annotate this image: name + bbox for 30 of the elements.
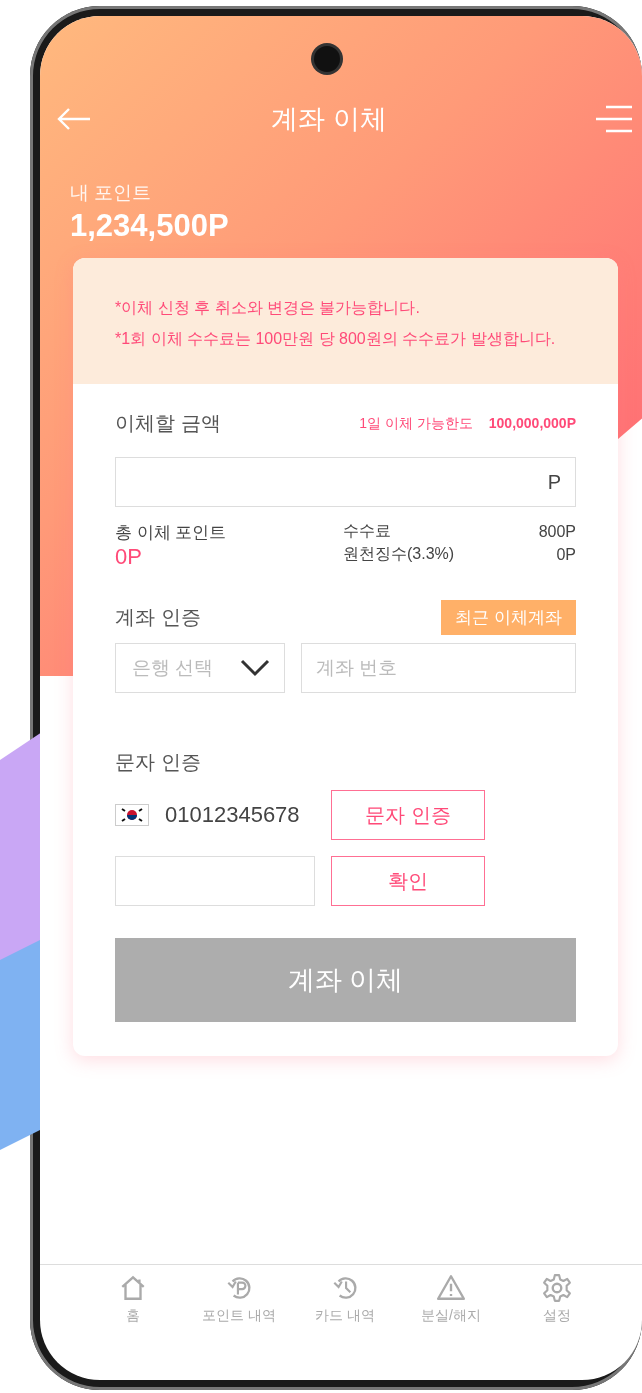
- fee-label: 원천징수(3.3%): [343, 544, 455, 564]
- bank-select[interactable]: 은행 선택: [115, 643, 285, 693]
- recent-accounts-button[interactable]: 최근 이체계좌: [441, 600, 576, 635]
- notice-text: *이체 신청 후 취소와 변경은 불가능합니다.: [115, 298, 421, 318]
- fee-value: 0P: [556, 545, 576, 564]
- total-points-value: 0P: [115, 544, 143, 570]
- send-sms-button[interactable]: 문자 인증: [331, 790, 485, 840]
- fee-value: 800P: [538, 522, 576, 541]
- nav-item[interactable]: 설정: [512, 1273, 602, 1364]
- notice-text: *1회 이체 수수료는 100만원 당 800원의 수수료가 발생합니다.: [115, 329, 557, 349]
- sms-auth-label: 문자 인증: [115, 750, 202, 775]
- account-number-field[interactable]: 계좌 번호: [301, 643, 576, 693]
- screen-title: 계좌 이체: [271, 103, 387, 136]
- nav-item[interactable]: 카드 내역: [300, 1273, 390, 1364]
- unit-label: P: [547, 470, 561, 494]
- amount-label: 이체할 금액: [115, 411, 221, 436]
- amount-field[interactable]: P: [115, 457, 576, 507]
- nav-item[interactable]: 포인트 내역: [194, 1273, 284, 1364]
- bank-select-placeholder: 은행 선택: [132, 656, 214, 680]
- account-auth-label: 계좌 인증: [115, 605, 201, 630]
- confirm-button[interactable]: 확인: [331, 856, 485, 906]
- total-points-label: 총 이체 포인트: [115, 522, 228, 544]
- points-label: 내 포인트: [70, 181, 153, 205]
- nav-item[interactable]: 홈: [88, 1273, 178, 1364]
- fee-label: 수수료: [343, 521, 391, 541]
- limit-value: 100,000,000P: [488, 414, 576, 433]
- limit-label: 1일 이체 가능한도: [359, 414, 473, 433]
- points-balance: 1,234,500P: [70, 208, 230, 244]
- phone-number: 01012345678: [165, 802, 300, 828]
- nav-item[interactable]: 분실/해지: [406, 1273, 496, 1364]
